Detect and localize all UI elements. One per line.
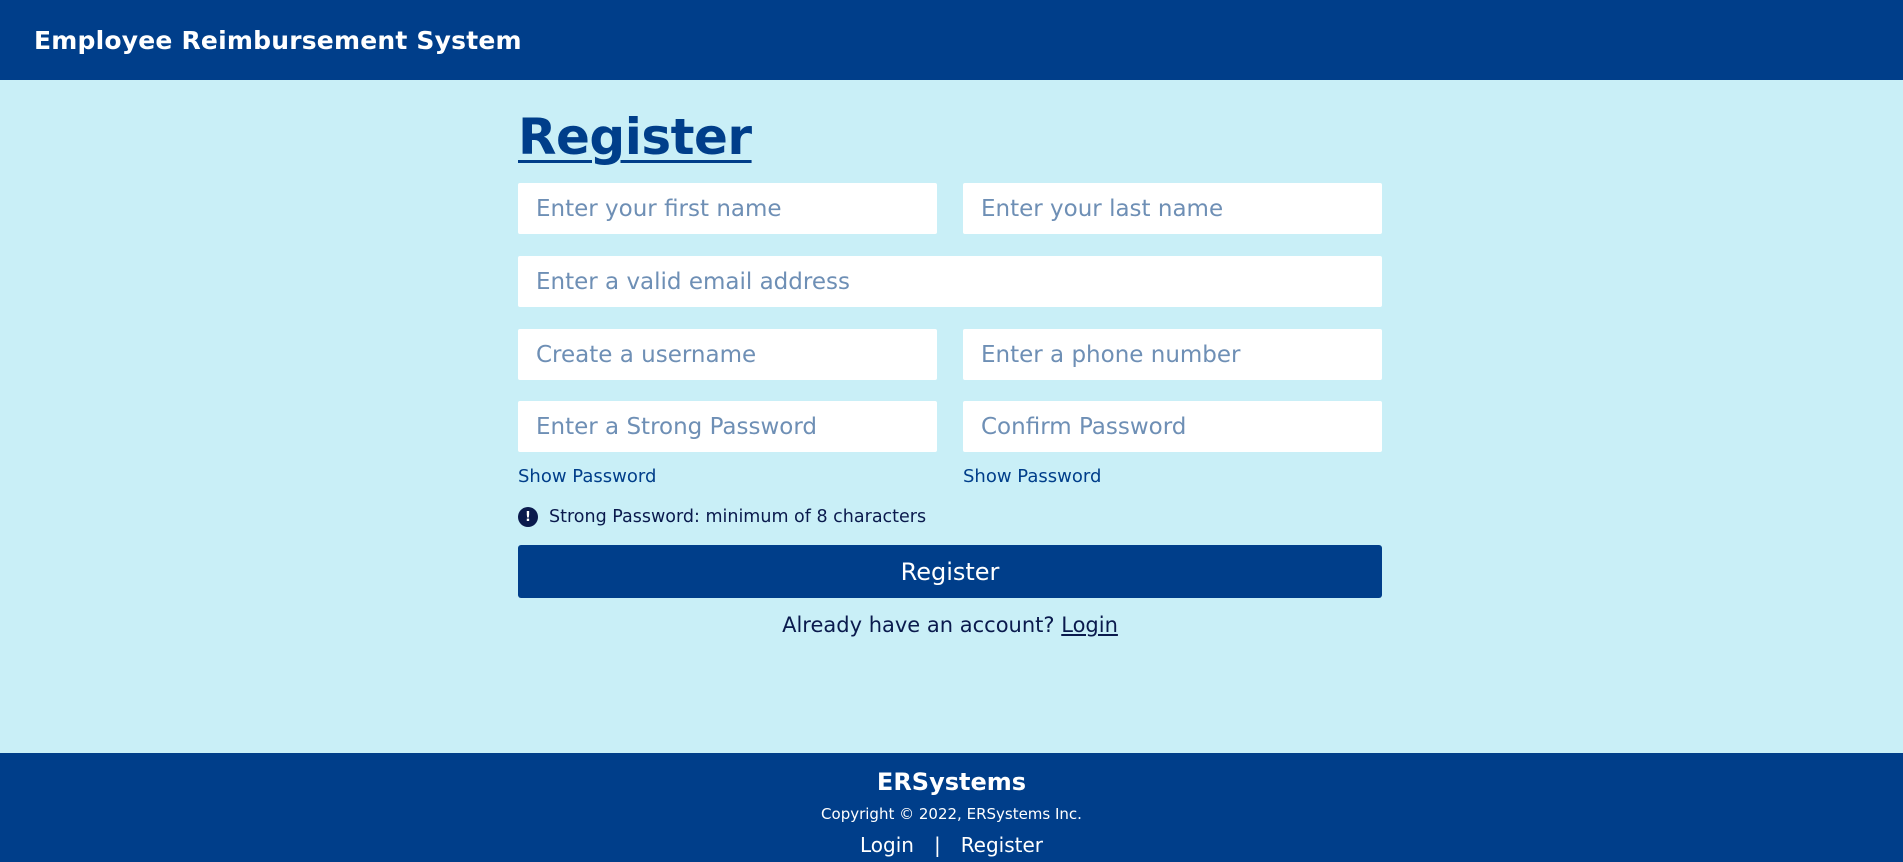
exclamation-circle-icon: ! <box>518 507 538 527</box>
login-prompt: Already have an account? Login <box>518 613 1382 637</box>
site-title: Employee Reimbursement System <box>34 25 522 55</box>
username-input[interactable] <box>518 329 937 380</box>
password-hint-text: Strong Password: minimum of 8 characters <box>549 507 927 527</box>
login-prompt-text: Already have an account? <box>782 613 1055 637</box>
show-confirm-password-toggle[interactable]: Show Password <box>963 466 1101 487</box>
password-hint: ! Strong Password: minimum of 8 characte… <box>518 507 926 527</box>
site-header: Employee Reimbursement System <box>0 0 1903 80</box>
footer-register-link[interactable]: Register <box>961 833 1043 857</box>
footer-copyright: Copyright © 2022, ERSystems Inc. <box>821 805 1082 823</box>
register-button[interactable]: Register <box>518 545 1382 598</box>
footer-brand: ERSystems <box>876 768 1027 796</box>
footer-separator: | <box>933 833 941 857</box>
last-name-input[interactable] <box>963 183 1382 234</box>
main-content: Register Show Password Show Password ! S… <box>0 80 1903 753</box>
email-input[interactable] <box>518 256 1382 307</box>
footer-links: Login | Register <box>0 833 1903 857</box>
site-footer: ERSystems Copyright © 2022, ERSystems In… <box>0 753 1903 862</box>
password-input[interactable] <box>518 401 937 452</box>
page-title: Register <box>518 108 752 166</box>
confirm-password-input[interactable] <box>963 401 1382 452</box>
show-password-toggle[interactable]: Show Password <box>518 466 656 487</box>
footer-login-link[interactable]: Login <box>860 833 914 857</box>
login-link[interactable]: Login <box>1061 613 1118 637</box>
phone-input[interactable] <box>963 329 1382 380</box>
first-name-input[interactable] <box>518 183 937 234</box>
